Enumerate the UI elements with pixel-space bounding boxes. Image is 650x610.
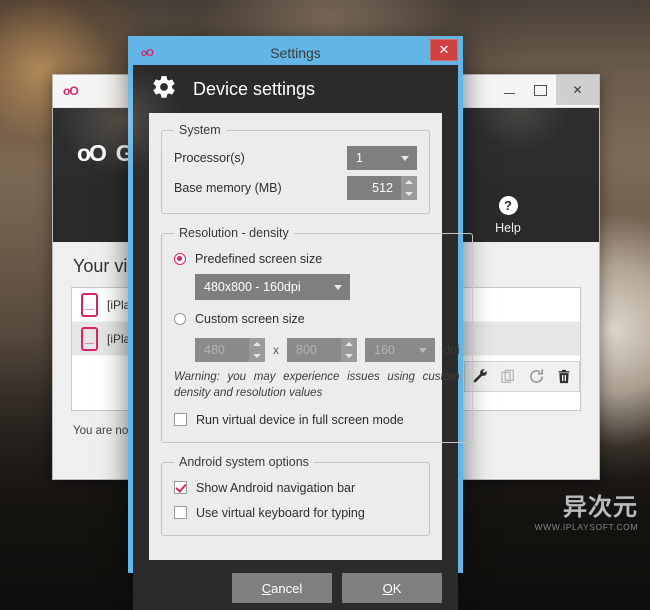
reset-icon[interactable] — [527, 368, 545, 386]
watermark-url: WWW.IPLAYSOFT.COM — [534, 522, 638, 532]
stepper-down-icon[interactable] — [345, 354, 353, 358]
maximize-icon — [534, 85, 547, 96]
fullscreen-label: Run virtual device in full screen mode — [196, 413, 404, 427]
fullscreen-checkbox-row[interactable]: Run virtual device in full screen mode — [174, 407, 460, 432]
custom-size-radio-row[interactable]: Custom screen size — [174, 306, 460, 332]
cancel-button[interactable]: Cancel — [232, 573, 332, 603]
brand-mark: oO — [77, 140, 105, 166]
virtual-keyboard-checkbox[interactable] — [174, 506, 187, 519]
base-memory-value: 512 — [347, 181, 401, 195]
resolution-group: Resolution - density Predefined screen s… — [161, 226, 473, 443]
ok-accel: O — [383, 581, 393, 596]
custom-height-stepper[interactable]: 800 — [287, 338, 357, 362]
minimize-icon — [504, 93, 515, 94]
predefined-size-dropdown-wrap: 480x800 - 160dpi — [174, 274, 460, 300]
system-group: System Processor(s) 1 Base memory (MB) 5… — [161, 123, 430, 214]
duplicate-icon[interactable] — [499, 368, 517, 386]
processors-row: Processor(s) 1 — [174, 143, 417, 173]
base-memory-row: Base memory (MB) 512 — [174, 173, 417, 203]
processors-dropdown[interactable]: 1 — [347, 146, 417, 170]
system-group-legend: System — [174, 123, 226, 137]
custom-size-radio[interactable] — [174, 313, 186, 325]
close-icon: ✕ — [572, 83, 582, 97]
fullscreen-checkbox[interactable] — [174, 413, 187, 426]
watermark-chinese: 异次元 — [534, 495, 638, 519]
phone-icon — [81, 327, 98, 351]
stepper-arrows[interactable] — [341, 338, 357, 362]
maximize-button[interactable] — [525, 75, 556, 105]
ok-rest: K — [393, 581, 402, 596]
android-options-legend: Android system options — [174, 455, 314, 469]
predefined-size-value: 480x800 - 160dpi — [204, 280, 301, 294]
dialog-inner: Device settings System Processor(s) 1 Ba… — [133, 65, 458, 568]
trash-icon[interactable] — [555, 368, 573, 386]
stepper-down-icon[interactable] — [253, 354, 261, 358]
dialog-content: System Processor(s) 1 Base memory (MB) 5… — [149, 113, 442, 560]
dialog-header-title: Device settings — [193, 79, 315, 100]
custom-size-label: Custom screen size — [195, 312, 305, 326]
dialog-footer: Cancel OK — [133, 560, 458, 610]
virtual-keyboard-checkbox-row[interactable]: Use virtual keyboard for typing — [174, 500, 417, 525]
base-memory-label: Base memory (MB) — [174, 181, 347, 195]
predefined-size-label: Predefined screen size — [195, 252, 322, 266]
vm-toolbar[interactable] — [464, 361, 580, 392]
custom-size-row: 480 x 800 — [174, 338, 460, 362]
processors-value: 1 — [356, 151, 363, 165]
gear-icon — [151, 74, 177, 105]
dialog-title: Settings — [133, 45, 458, 61]
custom-density-dropdown[interactable]: 160 — [365, 338, 435, 362]
window-controls[interactable]: ✕ — [494, 75, 599, 105]
app-logo: oO — [63, 84, 78, 98]
dialog-header: Device settings — [133, 65, 458, 113]
dialog-close-button[interactable]: ✕ — [430, 39, 458, 61]
stepper-arrows[interactable] — [401, 176, 417, 200]
dimension-separator: x — [273, 343, 279, 357]
nav-bar-label: Show Android navigation bar — [196, 481, 355, 495]
density-unit-label: dpi — [443, 343, 460, 357]
stepper-arrows[interactable] — [249, 338, 265, 362]
minimize-button[interactable] — [494, 75, 525, 105]
virtual-keyboard-label: Use virtual keyboard for typing — [196, 506, 365, 520]
predefined-size-dropdown[interactable]: 480x800 - 160dpi — [195, 274, 350, 300]
settings-dialog[interactable]: oO Settings ✕ Device settings System Pro… — [128, 36, 463, 573]
question-icon: ? — [499, 194, 518, 216]
stepper-up-icon[interactable] — [405, 180, 413, 184]
base-memory-stepper[interactable]: 512 — [347, 176, 417, 200]
ok-button[interactable]: OK — [342, 573, 442, 603]
resolution-group-legend: Resolution - density — [174, 226, 294, 240]
phone-icon — [81, 293, 98, 317]
processors-label: Processor(s) — [174, 151, 347, 165]
nav-bar-checkbox[interactable] — [174, 481, 187, 494]
desktop-background: 异次元 WWW.IPLAYSOFT.COM oO ✕ oO Ge — [0, 0, 650, 610]
stepper-up-icon[interactable] — [253, 342, 261, 346]
custom-width-stepper[interactable]: 480 — [195, 338, 265, 362]
close-button[interactable]: ✕ — [556, 75, 599, 105]
stepper-down-icon[interactable] — [405, 192, 413, 196]
custom-width-value: 480 — [195, 343, 249, 357]
cancel-rest: ancel — [271, 581, 302, 596]
watermark: 异次元 WWW.IPLAYSOFT.COM — [534, 495, 638, 532]
custom-size-warning: Warning: you may experience issues using… — [174, 370, 460, 401]
custom-height-value: 800 — [287, 343, 341, 357]
nav-bar-checkbox-row[interactable]: Show Android navigation bar — [174, 475, 417, 500]
predefined-size-radio[interactable] — [174, 253, 186, 265]
chevron-down-icon — [334, 285, 342, 290]
custom-density-value: 160 — [374, 343, 395, 357]
predefined-size-radio-row[interactable]: Predefined screen size — [174, 246, 460, 272]
dialog-titlebar[interactable]: oO Settings ✕ — [133, 41, 458, 65]
android-options-group: Android system options Show Android navi… — [161, 455, 430, 536]
stepper-up-icon[interactable] — [345, 342, 353, 346]
hero-action-help-label: Help — [495, 221, 521, 235]
chevron-down-icon — [419, 348, 427, 353]
cancel-accel: C — [262, 581, 271, 596]
wrench-icon[interactable] — [471, 368, 489, 386]
chevron-down-icon — [401, 156, 409, 161]
close-icon: ✕ — [439, 42, 450, 58]
